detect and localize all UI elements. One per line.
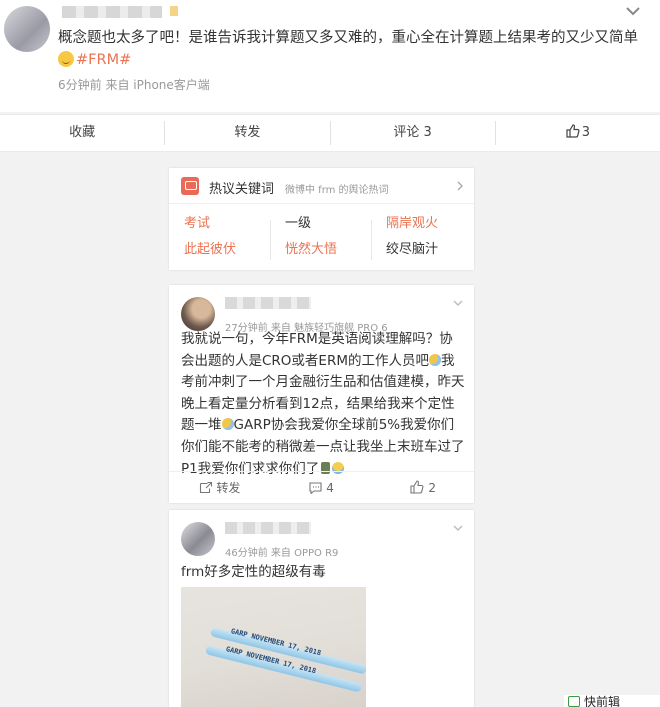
hot-keywords-subtitle: 微博中 frm 的舆论热词	[285, 185, 389, 196]
keyword-item[interactable]: 恍然大悟	[285, 240, 337, 260]
comment-card: 27分钟前 来自 魅族轻巧旗舰 PRO 6 我就说一句，今年FRM是英语阅读理解…	[169, 285, 474, 503]
comment-button[interactable]: 4	[271, 481, 373, 495]
comment-body: frm好多定性的超级有毒	[181, 562, 466, 584]
main-post: 概念题也太多了吧！是谁告诉我计算题又多又难的，重心全在计算题上结果考的又少又简单…	[0, 0, 660, 112]
post-text: 概念题也太多了吧！是谁告诉我计算题又多又难的，重心全在计算题上结果考的又少又简单	[58, 30, 638, 46]
comment-body: 我就说一句，今年FRM是英语阅读理解吗？协会出题的人是CRO或者ERM的工作人员…	[181, 329, 466, 480]
attached-photo[interactable]: GARP NOVEMBER 17, 2018 GARP NOVEMBER 17,…	[181, 587, 366, 707]
comment-card: 46分钟前 来自 OPPO R9 frm好多定性的超级有毒 GARP NOVEM…	[169, 510, 474, 707]
comment-text: frm好多定性的超级有毒	[181, 564, 326, 580]
quick-reply-icon	[568, 696, 580, 707]
post-time: 6分钟前	[58, 78, 102, 92]
comment-count: 4	[326, 480, 334, 495]
username-blurred[interactable]	[225, 522, 311, 534]
divider	[371, 220, 372, 260]
repost-label: 转发	[216, 481, 241, 495]
hot-keywords-title: 热议关键词	[209, 182, 275, 197]
username-blurred[interactable]	[225, 297, 311, 309]
collect-button[interactable]: 收藏	[0, 121, 164, 145]
chevron-down-icon[interactable]	[624, 4, 642, 18]
username-blurred[interactable]	[62, 6, 178, 18]
keyword-item[interactable]: 一级	[285, 214, 311, 234]
like-button[interactable]: 3	[494, 121, 660, 145]
chevron-right-icon	[457, 181, 463, 191]
avatar[interactable]	[181, 522, 215, 556]
hot-keywords-header[interactable]: 热议关键词 微博中 frm 的舆论热词	[169, 168, 474, 204]
thumbs-up-icon	[410, 480, 424, 494]
divider	[270, 220, 271, 260]
repost-button[interactable]: 转发	[164, 121, 329, 145]
keyword-item[interactable]: 考试	[184, 214, 210, 234]
hot-keywords-card: 热议关键词 微博中 frm 的舆论热词 考试 一级 隔岸观火 此起彼伏 恍然大悟…	[169, 168, 474, 270]
comment-label: 评论 3	[393, 125, 432, 140]
comment-source: 来自 OPPO R9	[270, 548, 339, 559]
avatar[interactable]	[4, 6, 50, 52]
repost-label: 转发	[234, 125, 261, 140]
comment-time: 46分钟前	[225, 548, 268, 559]
comment-action-bar: 转发 4 2	[169, 471, 474, 503]
keyword-item[interactable]: 此起彼伏	[184, 240, 236, 260]
comment-button[interactable]: 评论 3	[329, 121, 495, 145]
comment-icon	[309, 481, 322, 495]
quick-reply-button[interactable]: 快前辑	[564, 695, 660, 707]
keyword-item[interactable]: 绞尽脑汁	[386, 240, 438, 260]
post-body: 概念题也太多了吧！是谁告诉我计算题又多又难的，重心全在计算题上结果考的又少又简单…	[58, 27, 648, 71]
post-source: 来自 iPhone客户端	[105, 78, 210, 92]
smile-emoji-icon	[58, 51, 74, 67]
chevron-down-icon[interactable]	[452, 524, 464, 532]
chat-bubble-icon	[181, 177, 199, 195]
sweat-emoji-icon	[221, 418, 234, 431]
collect-label: 收藏	[69, 125, 96, 140]
comment-text: 我就说一句，今年FRM是英语阅读理解吗？协会出题的人是CRO或者ERM的工作人员…	[181, 331, 453, 369]
comment-meta: 46分钟前 来自 OPPO R9	[225, 544, 338, 559]
like-button[interactable]: 2	[372, 480, 474, 495]
post-meta: 6分钟前 来自 iPhone客户端	[58, 76, 210, 93]
post-action-bar: 收藏 转发 评论 3 3	[0, 114, 660, 152]
like-count: 3	[581, 125, 591, 140]
like-count: 2	[428, 481, 436, 495]
avatar[interactable]	[181, 297, 215, 331]
quick-reply-label: 快前辑	[584, 695, 621, 707]
repost-icon	[200, 481, 213, 494]
repost-button[interactable]: 转发	[169, 479, 271, 496]
hashtag-link[interactable]: #FRM#	[76, 52, 131, 68]
chevron-down-icon[interactable]	[452, 299, 464, 307]
sweat-emoji-icon	[429, 353, 441, 366]
keyword-item[interactable]: 隔岸观火	[386, 214, 438, 234]
thumbs-up-icon	[566, 124, 580, 138]
